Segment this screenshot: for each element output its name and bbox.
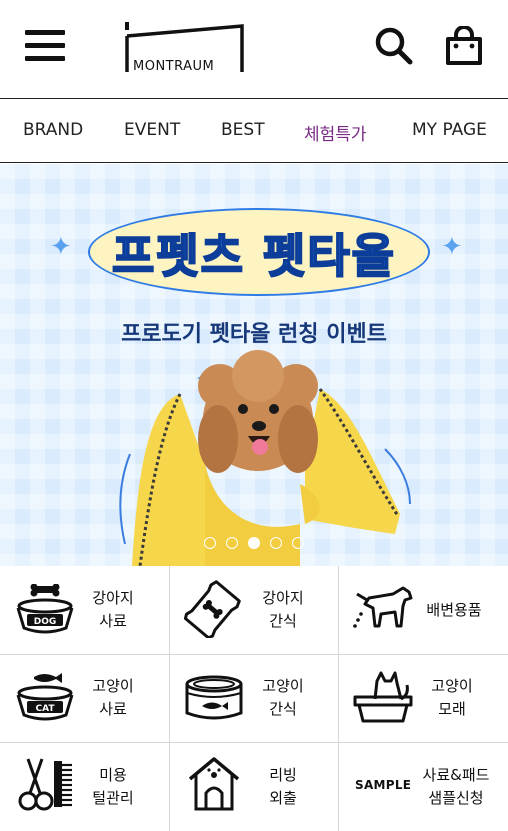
cat-food-bowl-icon: CAT: [16, 673, 74, 721]
category-label: 리빙 외출: [269, 766, 297, 807]
category-sample-request[interactable]: SAMPLE 사료&패드 샘플신청: [339, 743, 508, 831]
dog-treat-bag-icon: [184, 580, 241, 638]
search-icon[interactable]: [374, 26, 414, 66]
category-label: 고양이 간식: [262, 677, 304, 718]
category-dog-food[interactable]: DOG 강아지 사료: [0, 566, 170, 655]
nav-item-best[interactable]: BEST: [221, 120, 265, 140]
category-label: 강아지 사료: [92, 589, 134, 630]
hamburger-menu-icon[interactable]: [25, 30, 65, 62]
sample-text-icon: SAMPLE: [355, 778, 412, 792]
carousel-indicators: [0, 532, 508, 549]
category-living-outdoor[interactable]: 리빙 외출: [170, 743, 339, 831]
nav-item-my-page[interactable]: MY PAGE: [412, 120, 487, 140]
carousel-dot[interactable]: [226, 536, 238, 549]
category-cat-treats[interactable]: 고양이 간식: [170, 655, 339, 743]
category-label: 배변용품: [426, 601, 482, 619]
carousel-dot[interactable]: [292, 536, 304, 549]
shopping-bag-icon[interactable]: [443, 25, 485, 68]
dog-house-icon: [188, 757, 240, 811]
dog-peeing-icon: [353, 586, 413, 628]
category-label: 고양이 사료: [92, 677, 134, 718]
category-label: 미용 털관리: [92, 766, 134, 807]
header: MONTRAUM: [0, 0, 508, 99]
cat-food-can-icon: [185, 675, 243, 720]
nav-item-brand[interactable]: BRAND: [23, 120, 83, 140]
carousel-dot[interactable]: [270, 536, 282, 549]
nav-item-event[interactable]: EVENT: [124, 120, 180, 140]
category-label: 고양이 모래: [431, 677, 473, 718]
nav-item-experience-deals[interactable]: 체험특가: [304, 120, 367, 145]
category-grid: DOG 강아지 사료 강아지 간식 배변용품 CAT 고양이 사료 고양이 간식…: [0, 566, 508, 831]
carousel-dot-active[interactable]: [248, 536, 260, 549]
category-label: 사료&패드 샘플신청: [422, 766, 490, 807]
category-label: 강아지 간식: [262, 589, 304, 630]
promo-banner[interactable]: ✦ ✦ 프펫츠 펫타올 프로도기 펫타올 런칭 이벤트 ✦ ✦: [0, 164, 508, 566]
dog-food-bowl-icon: DOG: [16, 584, 74, 634]
category-cat-litter[interactable]: 고양이 모래: [339, 655, 508, 743]
category-cat-food[interactable]: CAT 고양이 사료: [0, 655, 170, 743]
cat-bowl-text: CAT: [35, 704, 55, 714]
category-grooming[interactable]: 미용 털관리: [0, 743, 170, 831]
logo[interactable]: MONTRAUM: [120, 22, 246, 74]
cat-litter-box-icon: [353, 671, 413, 723]
main-nav: BRAND EVENT BEST 체험특가 MY PAGE: [0, 100, 508, 163]
carousel-dot[interactable]: [204, 536, 216, 549]
dog-in-towel-image: [119, 350, 411, 566]
category-dog-treats[interactable]: 강아지 간식: [170, 566, 339, 655]
grooming-scissors-comb-icon: [18, 758, 72, 811]
logo-text: MONTRAUM: [133, 59, 215, 74]
category-potty-supplies[interactable]: 배변용품: [339, 566, 508, 655]
dog-bowl-text: DOG: [34, 617, 57, 627]
